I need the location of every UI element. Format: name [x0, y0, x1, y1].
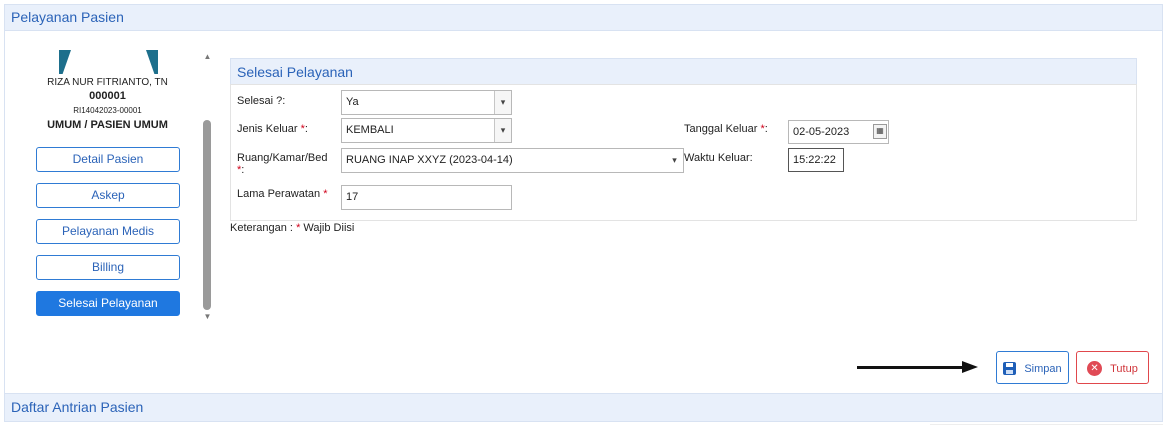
billing-button[interactable]: Billing: [36, 255, 180, 280]
tanggal-keluar-label: Tanggal Keluar *:: [684, 123, 768, 135]
close-button-label: Tutup: [1110, 362, 1138, 375]
lama-perawatan-value: 17: [346, 191, 359, 203]
scrollbar-thumb[interactable]: [203, 120, 211, 310]
patient-registration: RI14042023-00001: [73, 106, 142, 115]
save-button-label: Simpan: [1024, 362, 1062, 375]
lama-perawatan-label: Lama Perawatan *: [237, 188, 328, 200]
chevron-down-icon: ▾: [494, 91, 511, 114]
jenis-keluar-select[interactable]: KEMBALI ▾: [341, 118, 512, 143]
waktu-keluar-input[interactable]: 15:22:22: [788, 148, 844, 172]
patient-name: RIZA NUR FITRIANTO, TN: [47, 77, 168, 88]
section-title: Selesai Pelayanan: [237, 64, 353, 80]
chevron-down-icon: ▾: [672, 155, 677, 165]
askep-button[interactable]: Askep: [36, 183, 180, 208]
selesai-value: Ya: [346, 96, 359, 108]
lama-perawatan-input[interactable]: 17: [341, 185, 512, 210]
selesai-select[interactable]: Ya ▾: [341, 90, 512, 115]
floppy-disk-icon: [1003, 362, 1017, 375]
waktu-keluar-label: Waktu Keluar:: [684, 152, 753, 164]
calendar-icon[interactable]: ▦: [873, 124, 887, 139]
jenis-keluar-value: KEMBALI: [346, 124, 394, 136]
page-header: Pelayanan Pasien: [4, 4, 1163, 31]
scroll-down-icon[interactable]: ▼: [203, 313, 212, 321]
patient-avatar: [59, 50, 158, 74]
pelayanan-medis-button[interactable]: Pelayanan Medis: [36, 219, 180, 244]
ruang-value: RUANG INAP XXYZ (2023-04-14): [346, 154, 513, 166]
ruang-label: Ruang/Kamar/Bed: [237, 152, 328, 164]
waktu-keluar-value: 15:22:22: [793, 154, 836, 166]
arrow-head-icon: [962, 361, 978, 373]
section-header: Selesai Pelayanan: [230, 58, 1137, 84]
scroll-up-icon[interactable]: ▲: [203, 53, 212, 61]
selesai-label: Selesai ?:: [237, 95, 286, 107]
queue-title: Daftar Antrian Pasien: [11, 399, 144, 415]
tanggal-keluar-value: 02-05-2023: [793, 126, 850, 138]
ruang-required: *:: [237, 164, 245, 176]
required-note: Keterangan : * Wajib Diisi: [230, 222, 355, 234]
save-button[interactable]: Simpan: [996, 351, 1069, 384]
jenis-keluar-label: Jenis Keluar *:: [237, 123, 308, 135]
queue-header[interactable]: Daftar Antrian Pasien: [4, 393, 1163, 422]
close-button[interactable]: ✕ Tutup: [1076, 351, 1149, 384]
arrow-annotation: [857, 366, 967, 369]
page-title: Pelayanan Pasien: [11, 9, 124, 25]
chevron-down-icon: ▾: [494, 119, 511, 142]
patient-number: 000001: [89, 90, 126, 102]
close-icon: ✕: [1087, 361, 1103, 376]
divider: [930, 424, 1163, 425]
detail-pasien-button[interactable]: Detail Pasien: [36, 147, 180, 172]
selesai-pelayanan-button[interactable]: Selesai Pelayanan: [36, 291, 180, 316]
ruang-select[interactable]: RUANG INAP XXYZ (2023-04-14) ▾: [341, 148, 684, 173]
tanggal-keluar-input[interactable]: 02-05-2023 ▦: [788, 120, 889, 144]
patient-type: UMUM / PASIEN UMUM: [47, 119, 168, 131]
